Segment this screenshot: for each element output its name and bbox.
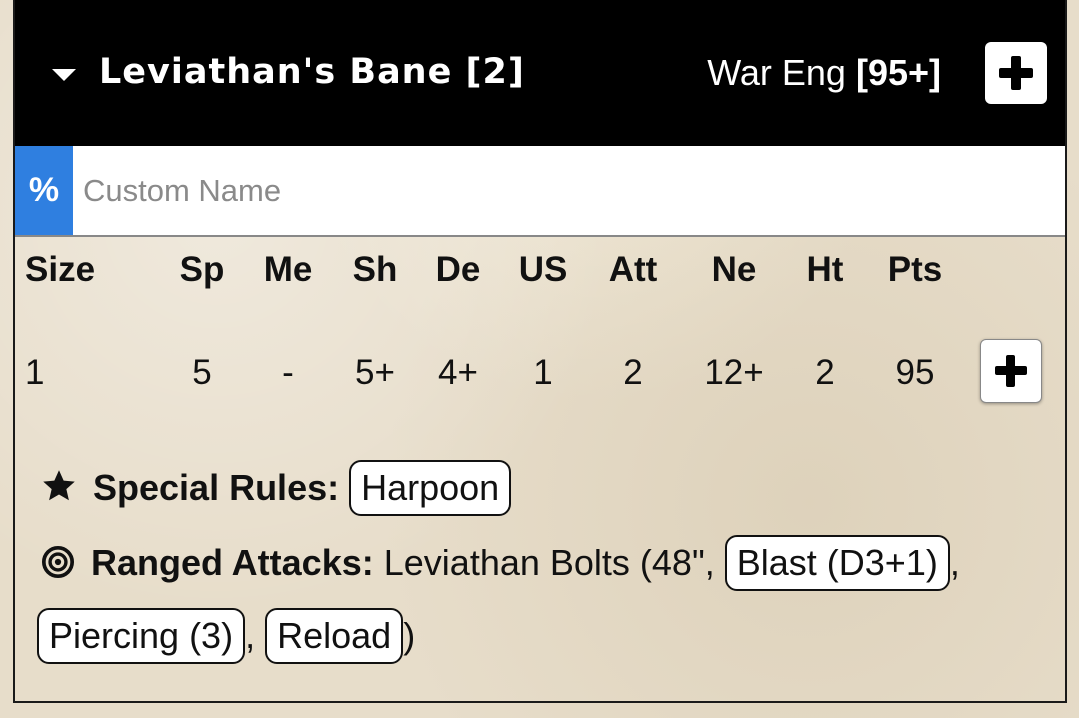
- special-rules-label: Special Rules:: [93, 467, 340, 508]
- target-icon: [41, 545, 75, 579]
- stat-header-att: Att: [608, 250, 658, 289]
- stat-header-me: Me: [263, 250, 313, 289]
- stat-value-sp: 5: [192, 353, 212, 392]
- unit-points: [95+]: [855, 52, 941, 93]
- custom-name-row: %: [15, 146, 1065, 237]
- rule-pill-reload[interactable]: Reload: [265, 608, 404, 664]
- stat-header-size: Size: [25, 250, 96, 289]
- stat-header-de: De: [435, 250, 481, 289]
- separator-comma: ,: [245, 615, 256, 656]
- stat-value-de: 4+: [438, 353, 478, 392]
- stat-header-sp: Sp: [179, 250, 225, 289]
- custom-name-input[interactable]: [73, 146, 1063, 235]
- stat-header-us: US: [518, 250, 568, 289]
- rule-pill-blast[interactable]: Blast (D3+1): [724, 535, 950, 591]
- unit-name: Leviathan's Bane [2]: [99, 52, 525, 92]
- unit-card: Leviathan's Bane [2] War Eng [95+] % Siz…: [13, 0, 1067, 703]
- unit-type-label: War Eng: [707, 52, 846, 93]
- stat-header-ne: Ne: [711, 250, 757, 289]
- stat-value-ne: 12+: [704, 353, 764, 392]
- unit-header[interactable]: Leviathan's Bane [2] War Eng [95+]: [15, 0, 1065, 146]
- unit-type: War Eng [95+]: [707, 52, 941, 94]
- stat-value-ht: 2: [815, 353, 835, 392]
- rule-pill-harpoon[interactable]: Harpoon: [349, 460, 512, 516]
- separator-comma: ,: [949, 542, 960, 583]
- ranged-attacks-label: Ranged Attacks:: [91, 542, 374, 583]
- stat-header-ht: Ht: [806, 250, 844, 289]
- stat-value-size: 1: [25, 353, 45, 392]
- closing-paren: ): [403, 615, 416, 656]
- special-rules-line: Special Rules: Harpoon: [41, 460, 512, 516]
- plus-icon: [995, 355, 1027, 387]
- stat-header-pts: Pts: [887, 250, 943, 289]
- add-option-button[interactable]: [980, 339, 1042, 403]
- star-icon: [43, 470, 75, 501]
- collapse-triangle-icon[interactable]: [52, 69, 76, 81]
- stat-value-sh: 5+: [355, 353, 395, 392]
- stat-value-me: -: [282, 353, 294, 392]
- ranged-attacks-line-2: Piercing (3), Reload): [37, 608, 415, 664]
- rule-pill-piercing[interactable]: Piercing (3): [37, 608, 246, 664]
- stat-value-att: 2: [623, 353, 643, 392]
- stat-header-sh: Sh: [352, 250, 398, 289]
- weapon-text: Leviathan Bolts (48",: [383, 542, 715, 583]
- stat-value-us: 1: [533, 353, 553, 392]
- add-unit-button[interactable]: [985, 42, 1047, 104]
- stat-value-pts: 95: [895, 353, 935, 392]
- plus-icon: [999, 56, 1033, 90]
- percent-button[interactable]: %: [15, 146, 73, 235]
- ranged-attacks-line: Ranged Attacks: Leviathan Bolts (48", Bl…: [41, 535, 960, 591]
